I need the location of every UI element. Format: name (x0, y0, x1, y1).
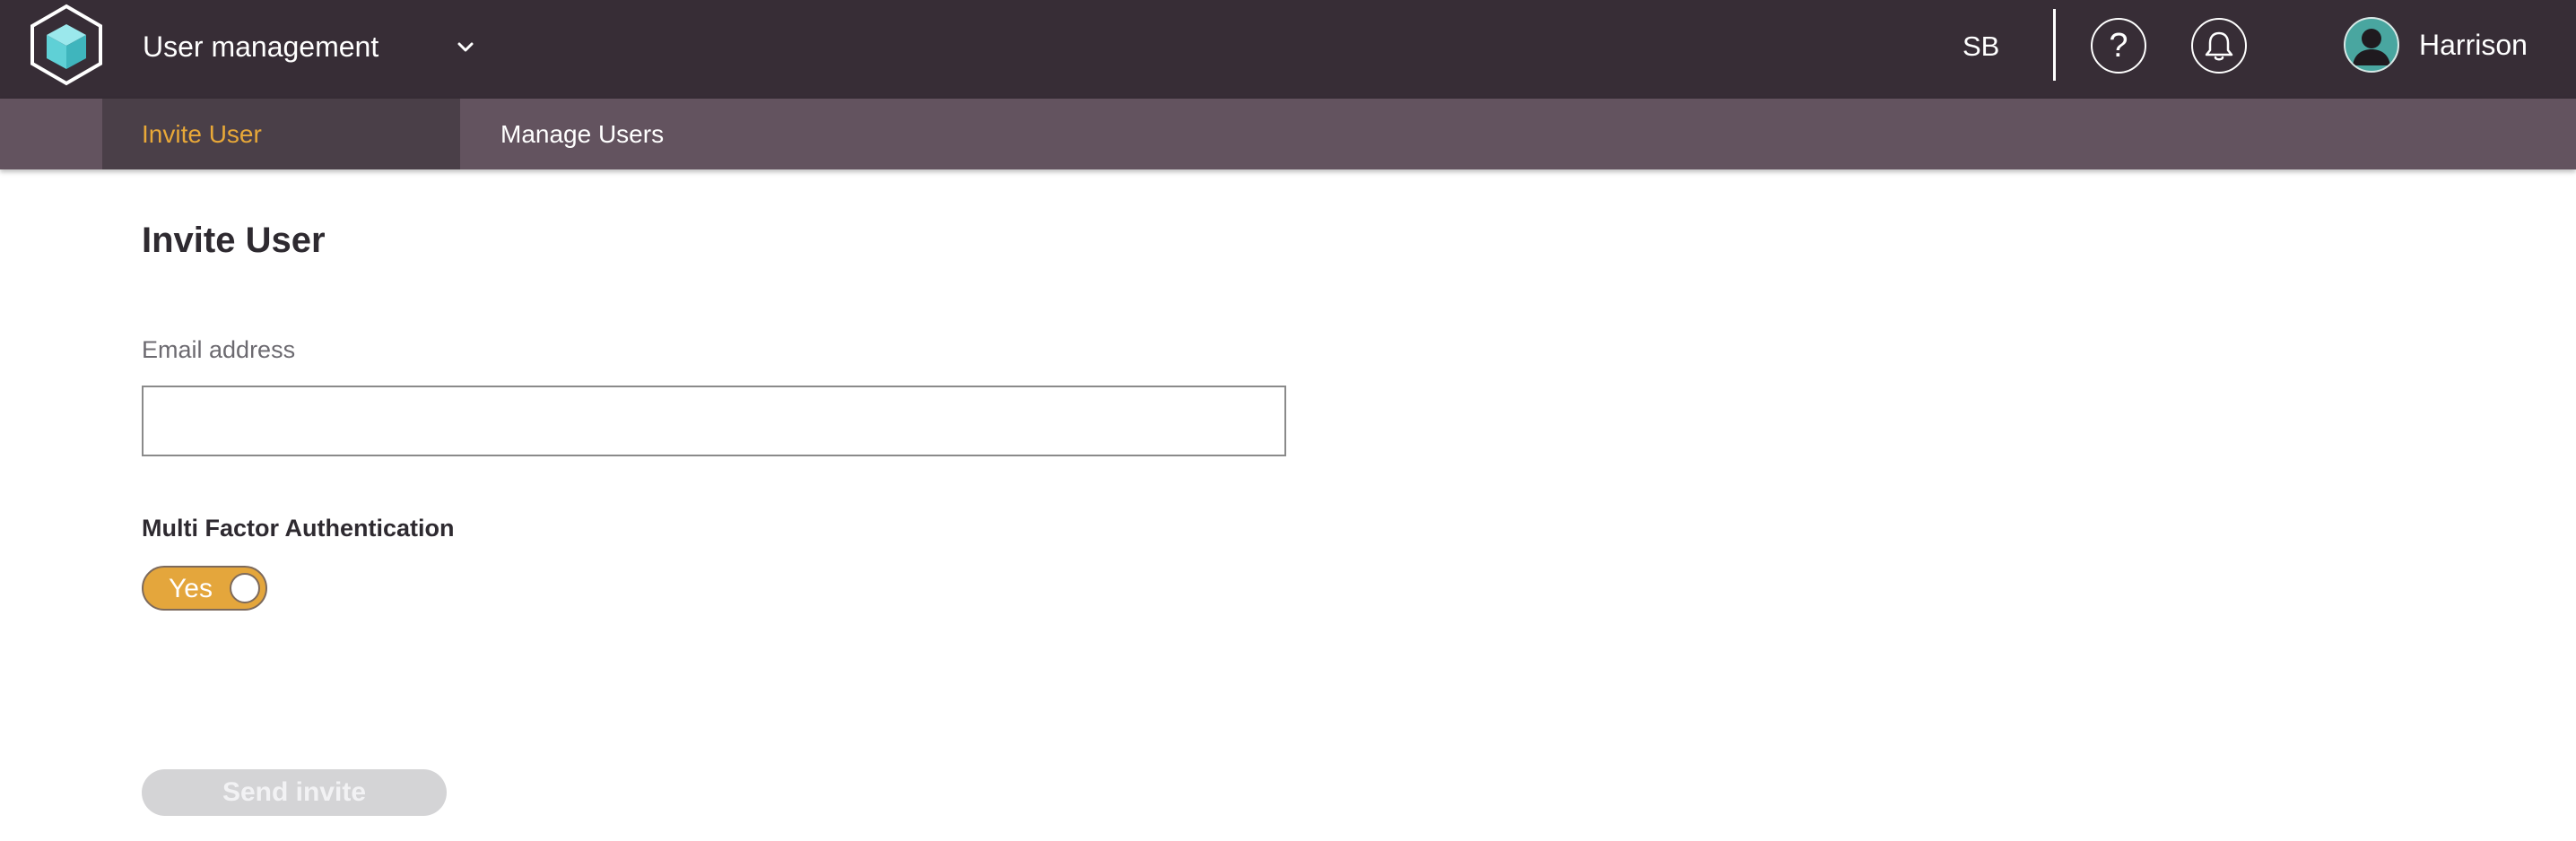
tab-label: Manage Users (500, 119, 665, 148)
toggle-knob (230, 573, 260, 603)
send-invite-button[interactable]: Send invite (142, 769, 447, 816)
top-navigation-bar: User management SB ? Harrison (0, 0, 2576, 99)
app-title[interactable]: User management (143, 25, 379, 68)
help-icon: ? (2109, 27, 2128, 65)
page-title: Invite User (142, 221, 326, 260)
user-avatar-icon (2344, 17, 2399, 73)
tab-bar: Invite User Manage Users (0, 99, 2576, 169)
email-label: Email address (142, 336, 296, 363)
tab-manage-users[interactable]: Manage Users (460, 99, 664, 169)
user-name: Harrison (2419, 29, 2528, 61)
mfa-toggle[interactable]: Yes (142, 566, 267, 611)
mfa-toggle-label: Yes (169, 574, 213, 603)
tab-invite-user[interactable]: Invite User (102, 99, 460, 169)
email-field[interactable] (142, 386, 1286, 456)
tab-label: Invite User (142, 119, 262, 148)
bell-icon (2205, 31, 2233, 61)
chevron-down-icon[interactable] (452, 34, 479, 61)
account-initials[interactable]: SB (1962, 25, 1999, 68)
app-logo-icon[interactable] (27, 3, 106, 87)
mfa-label: Multi Factor Authentication (142, 515, 455, 542)
notifications-button[interactable] (2191, 18, 2247, 74)
header-divider (2053, 9, 2056, 81)
user-menu[interactable]: Harrison (2344, 16, 2528, 74)
help-button[interactable]: ? (2091, 18, 2146, 74)
